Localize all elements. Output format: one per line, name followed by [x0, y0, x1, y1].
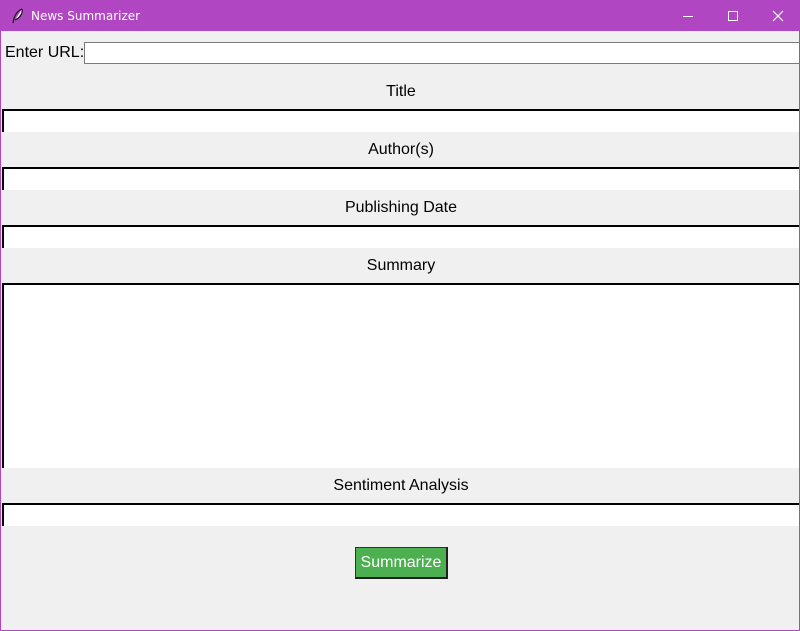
url-label: Enter URL: — [5, 44, 85, 61]
sentiment-label: Sentiment Analysis — [333, 477, 469, 494]
publishing-date-field[interactable] — [2, 225, 799, 248]
maximize-button[interactable] — [710, 0, 756, 31]
feather-icon — [10, 7, 26, 24]
url-row: Enter URL: — [1, 40, 799, 66]
window-title: News Summarizer — [31, 8, 141, 23]
summary-textarea[interactable] — [2, 283, 799, 468]
minimize-button[interactable] — [665, 0, 711, 31]
url-input[interactable] — [84, 42, 799, 64]
summary-label: Summary — [366, 257, 436, 274]
maximize-icon — [728, 10, 738, 21]
publishing-date-label: Publishing Date — [344, 199, 458, 216]
app-window: News Summarizer Enter URL: Title Author(… — [0, 0, 800, 631]
summarize-button[interactable]: Summarize — [355, 547, 448, 579]
sentiment-field[interactable] — [2, 503, 799, 526]
close-icon — [772, 10, 784, 21]
minimize-icon — [683, 15, 693, 17]
authors-field[interactable] — [2, 167, 799, 190]
title-field[interactable] — [2, 109, 799, 132]
close-button[interactable] — [755, 0, 799, 31]
title-label: Title — [386, 83, 416, 100]
authors-label: Author(s) — [368, 141, 434, 158]
title-bar[interactable]: News Summarizer — [1, 0, 799, 31]
